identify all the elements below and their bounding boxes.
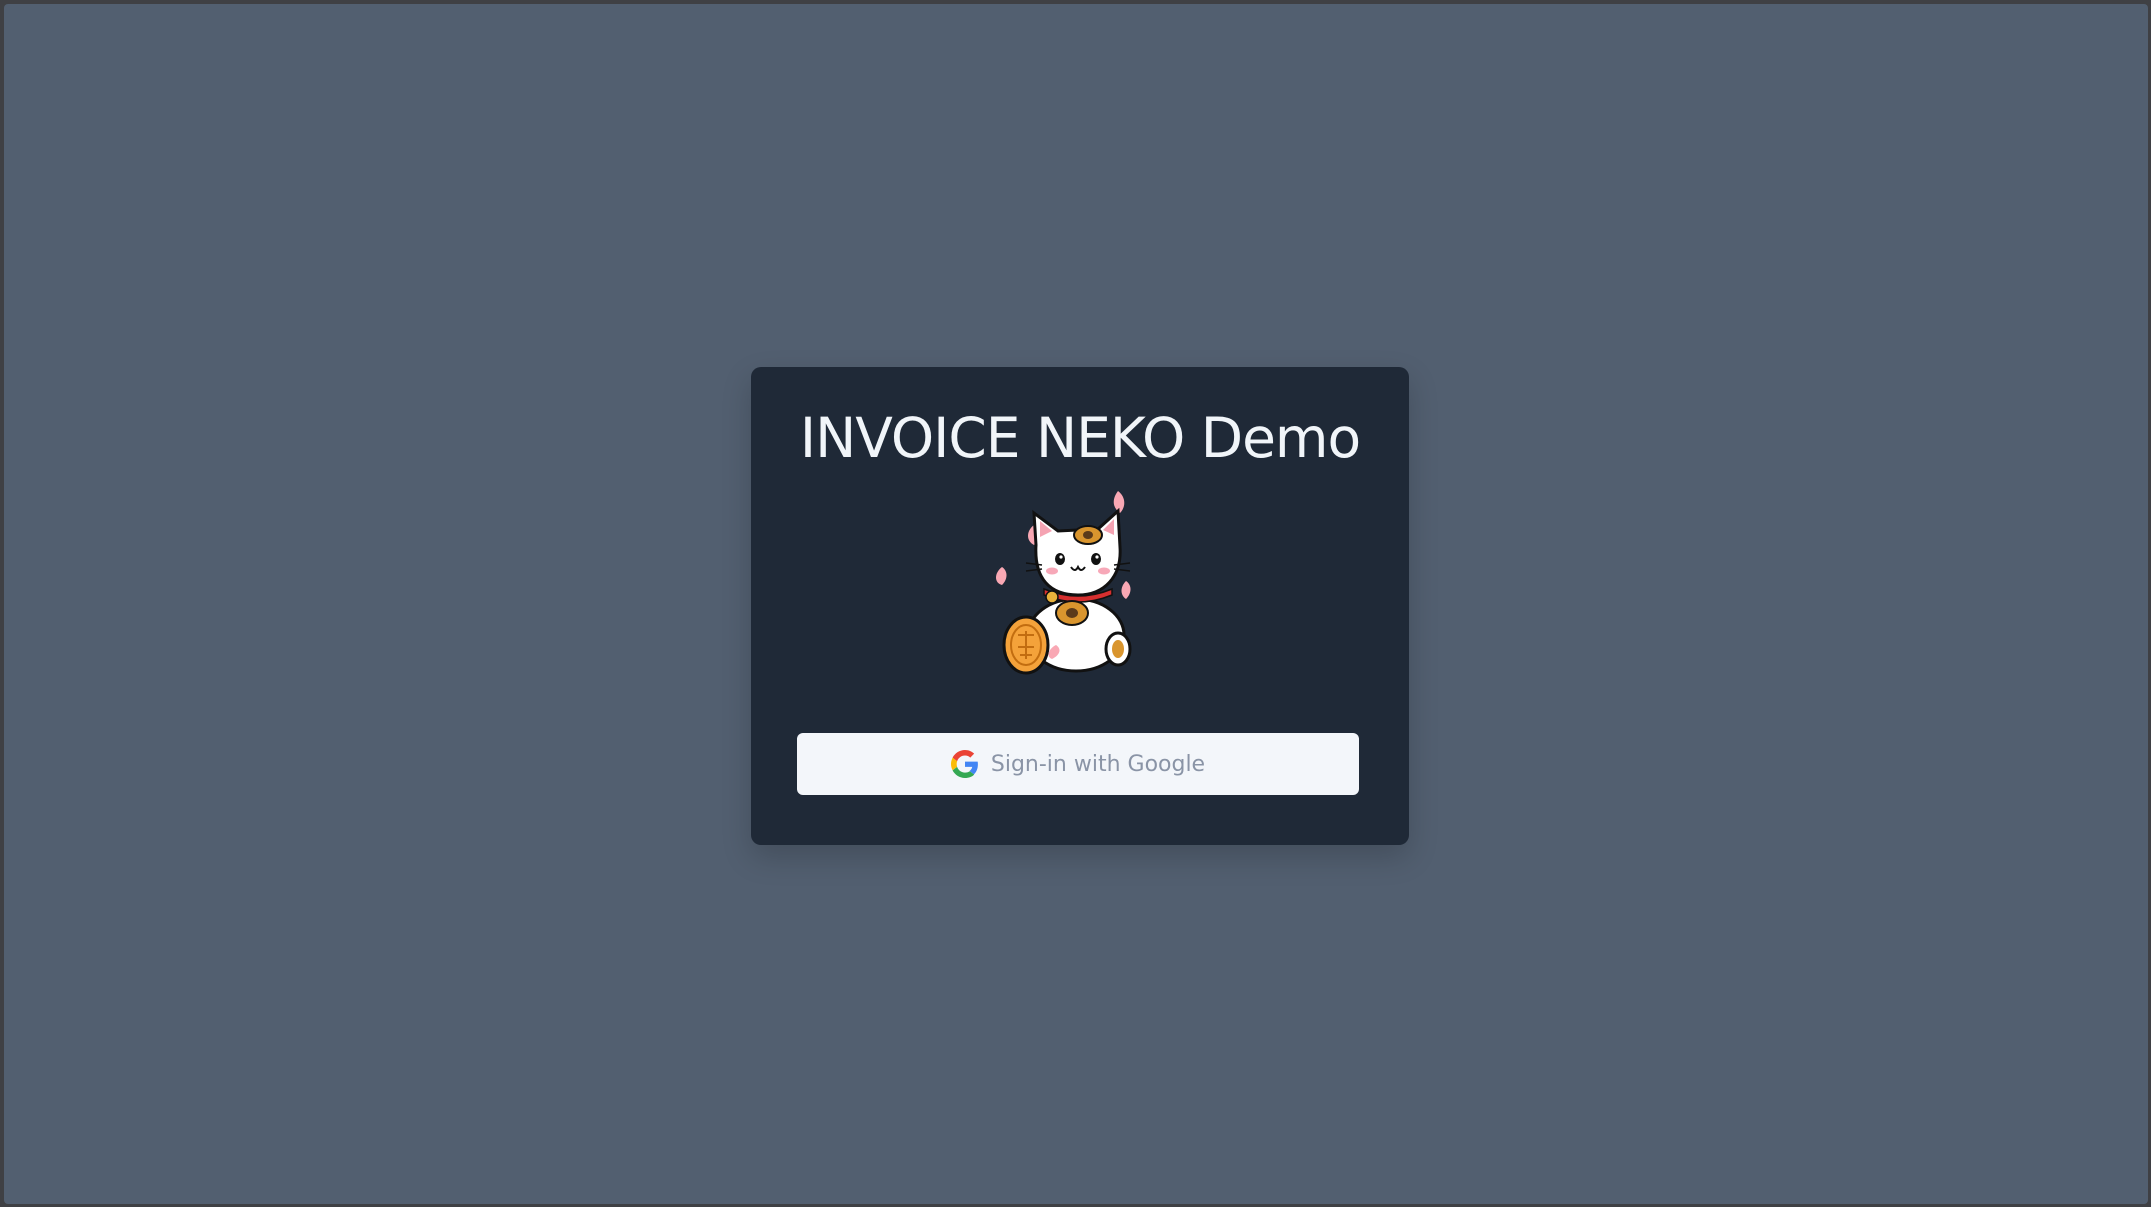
login-card: INVOICE NEKO Demo Sign-in with Google [751,367,1409,845]
maneki-neko-cat-icon [996,491,1132,675]
google-signin-button[interactable]: Sign-in with Google [797,733,1359,795]
page-background: INVOICE NEKO Demo Sign-in with Google [4,4,2148,1204]
app-title: INVOICE NEKO Demo [799,406,1361,470]
google-signin-label: Sign-in with Google [990,751,1206,777]
google-icon [950,750,978,778]
